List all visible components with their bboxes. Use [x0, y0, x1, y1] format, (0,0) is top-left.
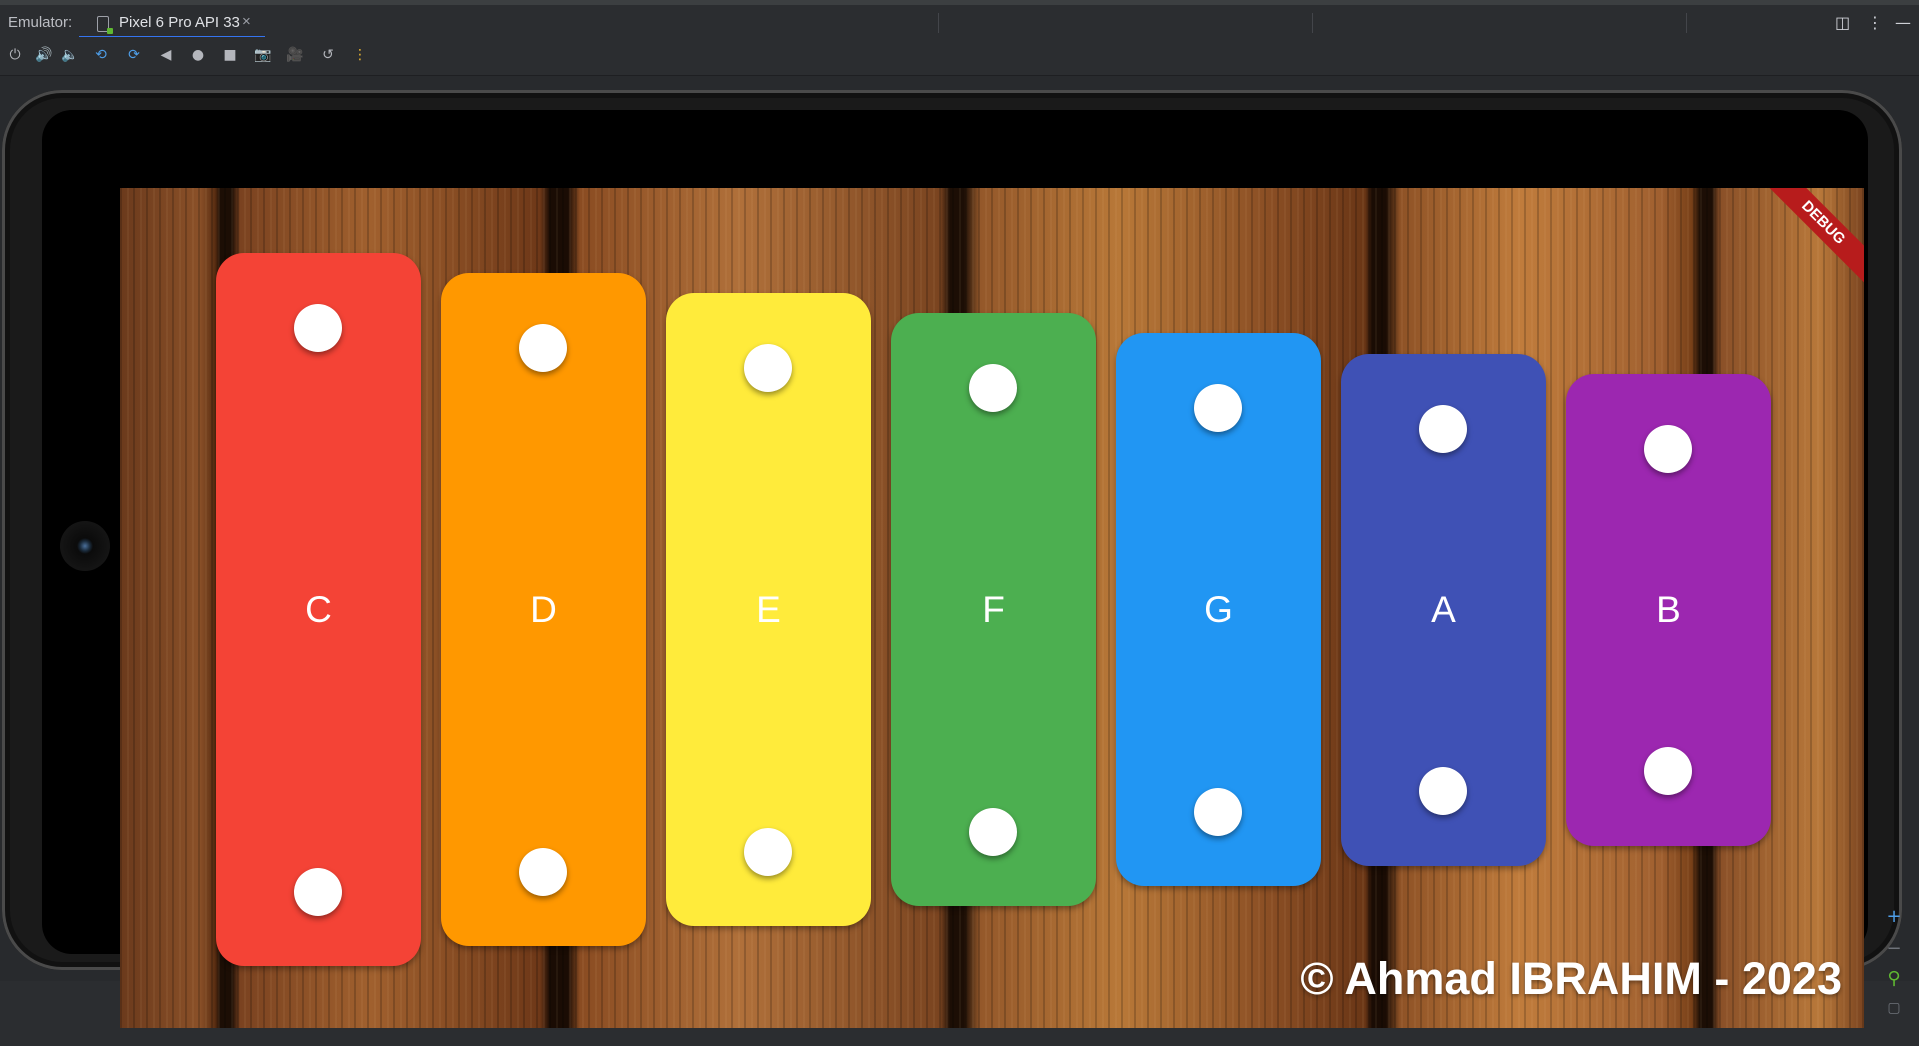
key-peg-bottom — [1419, 767, 1467, 815]
device-icon — [97, 16, 113, 34]
tab-pixel-6-pro[interactable]: Pixel 6 Pro API 33 × — [79, 9, 265, 39]
volume-down-icon[interactable]: 🔈 — [60, 45, 80, 65]
key-peg-top — [1194, 384, 1242, 432]
screen-record-icon[interactable]: 🎥 — [285, 45, 305, 65]
device-viewport: C D E F G A B DEBUG © Ahmad IBRAHIM - 20… — [0, 76, 1919, 1028]
key-note-label: C — [305, 589, 332, 630]
panel-layout-icon[interactable]: ◫ — [1835, 13, 1850, 32]
divider — [1312, 13, 1313, 33]
key-peg-bottom — [1194, 788, 1242, 836]
key-peg-top — [1644, 425, 1692, 473]
key-note-label: D — [530, 589, 557, 630]
key-peg-top — [519, 324, 567, 372]
key-note-label: G — [1204, 589, 1233, 630]
key-peg-bottom — [1644, 747, 1692, 795]
tab-label: Pixel 6 Pro API 33 — [119, 14, 240, 31]
key-peg-bottom — [519, 848, 567, 896]
home-icon[interactable]: ● — [188, 45, 208, 65]
debug-banner: DEBUG — [1760, 188, 1864, 286]
more-vertical-icon[interactable]: ⋮ — [1867, 13, 1883, 32]
key-note-label: E — [756, 589, 781, 630]
key-peg-top — [744, 344, 792, 392]
snapshot-icon[interactable]: ↺ — [318, 45, 338, 65]
xylophone-key-b[interactable]: B — [1566, 374, 1771, 846]
zoom-controls: + − ⚲ ▢ — [1879, 906, 1909, 1046]
front-camera-icon — [60, 521, 110, 571]
volume-up-icon[interactable]: 🔊 — [34, 45, 54, 65]
emulator-toolbar: ⏻ 🔊 🔈 ⟲ ⟳ ◀ ● ■ 📷 🎥 ↺ ⋮ — [0, 37, 1919, 76]
key-peg-bottom — [744, 828, 792, 876]
overview-icon[interactable]: ■ — [220, 45, 240, 65]
close-tab-icon[interactable]: × — [242, 13, 251, 30]
xylophone-key-e[interactable]: E — [666, 293, 871, 926]
key-peg-bottom — [294, 868, 342, 916]
xylophone-key-g[interactable]: G — [1116, 333, 1321, 886]
screenshot-icon[interactable]: 📷 — [253, 45, 273, 65]
emulator-title-bar: Emulator: Pixel 6 Pro API 33 × ◫ ⋮ — — [0, 0, 1919, 39]
key-peg-top — [294, 304, 342, 352]
zoom-out-button[interactable]: − — [1879, 938, 1909, 959]
xylophone-key-d[interactable]: D — [441, 273, 646, 946]
back-icon[interactable]: ◀ — [156, 45, 176, 65]
power-icon[interactable]: ⏻ — [5, 45, 25, 65]
xylophone-key-f[interactable]: F — [891, 313, 1096, 906]
more-icon[interactable]: ⋮ — [350, 45, 370, 65]
xylophone-key-a[interactable]: A — [1341, 354, 1546, 866]
copyright-text: © Ahmad IBRAHIM - 2023 — [1300, 953, 1842, 1004]
minimize-icon[interactable]: — — [1895, 13, 1911, 32]
key-note-label: A — [1431, 589, 1456, 630]
emulator-label: Emulator: — [8, 14, 73, 31]
zoom-fit-icon[interactable]: ▢ — [1879, 1000, 1909, 1016]
zoom-search-icon[interactable]: ⚲ — [1879, 968, 1909, 989]
key-peg-top — [1419, 405, 1467, 453]
xylophone-key-c[interactable]: C — [216, 253, 421, 966]
divider — [938, 13, 939, 33]
key-peg-bottom — [969, 808, 1017, 856]
rotate-right-icon[interactable]: ⟳ — [124, 45, 144, 65]
app-screen: C D E F G A B DEBUG © Ahmad IBRAHIM - 20… — [120, 188, 1864, 1028]
key-note-label: F — [982, 589, 1005, 630]
key-note-label: B — [1656, 589, 1681, 630]
rotate-left-icon[interactable]: ⟲ — [91, 45, 111, 65]
zoom-in-button[interactable]: + — [1879, 906, 1909, 927]
key-peg-top — [969, 364, 1017, 412]
divider — [1686, 13, 1687, 33]
